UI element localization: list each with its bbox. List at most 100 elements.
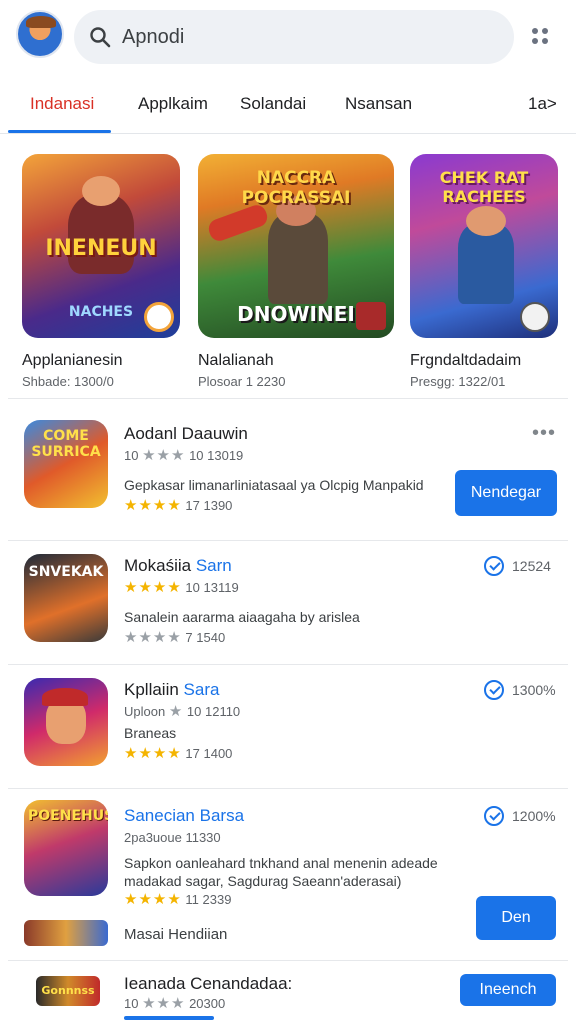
rating-row: Uploon ★ 10 12110 — [124, 702, 240, 720]
app-name-highlight: Sara — [183, 680, 220, 699]
app-thumbnail — [24, 920, 108, 946]
featured-subtitle: Plosoar 1 2230 — [198, 374, 286, 389]
download-status: 1300% — [484, 680, 556, 700]
top-bar: Apnodi — [0, 0, 576, 76]
active-tab-indicator — [8, 130, 111, 133]
divider — [8, 960, 568, 961]
more-options-icon[interactable]: ••• — [532, 422, 556, 445]
check-icon — [484, 806, 504, 826]
app-description: Sanalein aararma aiaagaha by arislea — [124, 609, 360, 625]
download-count: 1200% — [512, 808, 556, 824]
divider — [8, 540, 568, 541]
rating-row: ★★★★ 17 1390 — [124, 496, 232, 514]
star-icon: ★★★★ — [124, 497, 182, 514]
app-name: Sanecian Barsa — [124, 806, 245, 825]
star-icon: ★★★ — [142, 995, 186, 1012]
featured-carousel: INENEUN NACHES Applanianesin Shbade: 130… — [0, 150, 576, 390]
category-tabs: Indanasi Applkaim Solandai Nsansan 1a> — [0, 80, 576, 134]
app-name: Masai Hendiian — [124, 926, 228, 943]
tab-applkaim[interactable]: Applkaim — [138, 94, 208, 114]
app-meta: 2pa3uoue 11330 — [124, 830, 221, 845]
rating-row: 10 ★★★ 10 13019 — [124, 446, 243, 464]
tab-more[interactable]: 1a> — [528, 94, 557, 114]
badge-icon — [520, 302, 550, 332]
featured-card[interactable]: INENEUN NACHES Applanianesin Shbade: 130… — [22, 154, 180, 389]
rating-count: 10 12110 — [186, 704, 241, 719]
app-icon: POENEHUS — [24, 800, 108, 896]
app-name-highlight: Sarn — [195, 556, 232, 575]
star-icon: ★★★★ — [124, 579, 182, 596]
rating-row: 10 ★★★ 20300 — [124, 994, 225, 1012]
install-button[interactable]: Den — [476, 896, 556, 940]
app-name: Kpllaiin Sara — [124, 680, 219, 700]
featured-subtitle: Shbade: 1300/0 — [22, 374, 114, 389]
rating-count: 17 1400 — [185, 746, 233, 761]
featured-title: Applanianesin — [22, 352, 123, 369]
apps-menu-icon[interactable] — [532, 28, 550, 46]
featured-art: INENEUN NACHES — [22, 154, 180, 338]
app-icon-text: SNVEKAK — [28, 564, 104, 580]
badge-icon — [144, 302, 174, 332]
badge-icon — [356, 302, 386, 330]
featured-art-title: INENEUN — [45, 236, 157, 261]
progress-bar — [124, 1016, 214, 1020]
rating-count: 10 13119 — [185, 580, 239, 595]
install-button[interactable]: Nendegar — [455, 470, 557, 516]
app-name: Aodanl Daauwin — [124, 424, 248, 443]
featured-title: Frgndaltdadaim — [410, 352, 522, 369]
app-description: Braneas — [124, 725, 177, 741]
search-icon — [90, 27, 111, 48]
app-name: Mokaśiia Sarn — [124, 556, 232, 576]
rating-count: 20300 — [189, 996, 226, 1011]
install-button[interactable]: Ineench — [460, 974, 556, 1006]
rating-count: 10 13019 — [189, 448, 244, 463]
star-icon: ★★★★ — [124, 745, 182, 762]
check-icon — [484, 556, 504, 576]
rating-count: 11 2339 — [185, 892, 232, 907]
featured-card[interactable]: CHEK RAT RACHEES Frgndaltdadaim Presgg: … — [410, 154, 558, 389]
download-count: 1300% — [512, 682, 556, 698]
rating-prefix: 10 — [124, 996, 139, 1011]
search-bar[interactable]: Apnodi — [74, 10, 514, 64]
search-input[interactable]: Apnodi — [122, 26, 184, 49]
download-status: 12524 — [484, 556, 551, 576]
app-icon: SNVEKAK — [24, 554, 108, 642]
app-icon-text: COME SURRICA — [31, 428, 101, 460]
app-icon-text: POENEHUS — [28, 808, 108, 824]
featured-art-title: NACCRA POCRASSAI — [241, 168, 351, 208]
star-icon: ★★★★ — [124, 891, 182, 908]
app-name-part: Kpllaiin — [124, 680, 184, 699]
app-icon: COME SURRICA — [24, 420, 108, 508]
avatar-hat — [26, 16, 56, 28]
app-icon: Gonnnss — [36, 976, 100, 1006]
star-icon: ★★★★ — [124, 629, 182, 646]
featured-title: Nalalianah — [198, 352, 274, 369]
divider — [8, 398, 568, 399]
rating-prefix: 10 — [124, 448, 139, 463]
tab-nsansan[interactable]: Nsansan — [345, 94, 412, 114]
rating-row: ★★★★ 11 2339 — [124, 890, 231, 908]
app-icon — [24, 678, 108, 766]
star-icon: ★ — [168, 703, 184, 720]
tab-indanasi[interactable]: Indanasi — [30, 94, 94, 114]
featured-art: NACCRA POCRASSAI DNOWINEI — [198, 154, 394, 338]
download-count: 12524 — [512, 558, 551, 574]
rating-row: ★★★★ 7 1540 — [124, 628, 225, 646]
rating-count: 7 1540 — [185, 630, 226, 645]
featured-subtitle: Presgg: 1322/01 — [410, 374, 506, 389]
app-icon-text: Gonnnss — [41, 984, 95, 997]
rating-prefix: Uploon — [124, 704, 166, 719]
app-name: Ieanada Cenandadaa: — [124, 974, 293, 993]
star-icon: ★★★ — [142, 447, 186, 464]
avatar[interactable] — [16, 10, 64, 58]
divider — [8, 788, 568, 789]
check-icon — [484, 680, 504, 700]
app-name-part: Mokaśiia — [124, 556, 196, 575]
tab-solandai[interactable]: Solandai — [240, 94, 306, 114]
rating-row: ★★★★ 17 1400 — [124, 744, 232, 762]
app-description: Gepkasar limanarliniatasaal ya Olcpig Ma… — [124, 477, 424, 493]
featured-art: CHEK RAT RACHEES — [410, 154, 558, 338]
divider — [8, 664, 568, 665]
rating-row: ★★★★ 10 13119 — [124, 578, 239, 596]
featured-card[interactable]: NACCRA POCRASSAI DNOWINEI Nalalianah Plo… — [198, 154, 394, 389]
